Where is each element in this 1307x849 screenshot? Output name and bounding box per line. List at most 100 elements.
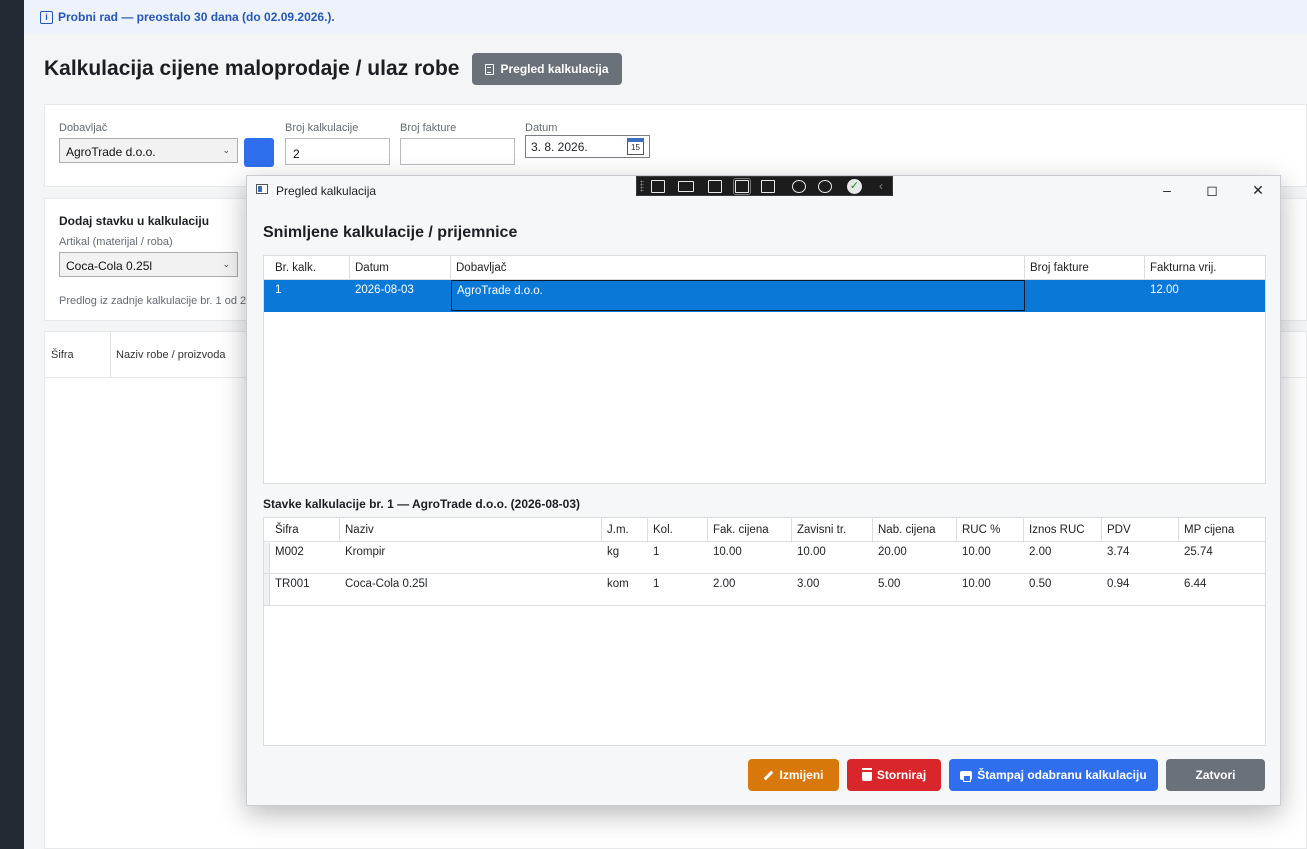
stampaj-button[interactable]: Štampaj odabranu kalkulaciju [949, 759, 1158, 791]
maximize-button[interactable]: ◻ [1195, 179, 1229, 201]
cell-sifra: TR001 [275, 578, 310, 590]
stavke-grid[interactable]: Šifra Naziv J.m. Kol. Fak. cijena Zavisn… [263, 517, 1266, 746]
pencil-icon [764, 770, 774, 780]
chevron-down-icon: ⌄ [222, 145, 230, 155]
cell-kol: 1 [653, 546, 660, 558]
display-layout-icon[interactable] [733, 178, 751, 195]
check-icon[interactable]: ✓ [847, 179, 862, 194]
cell-jm: kg [607, 546, 620, 558]
hot-reload-icon[interactable] [792, 180, 806, 193]
track-focus-icon[interactable] [761, 180, 775, 193]
col-datum[interactable]: Datum [350, 256, 451, 280]
cell-pdv: 0.94 [1107, 578, 1130, 590]
table-row[interactable]: 1 2026-08-03 AgroTrade d.o.o. 12.00 [264, 280, 1265, 312]
video-camera-icon[interactable] [678, 181, 694, 192]
cell-nab-cijena: 20.00 [878, 546, 907, 558]
predlog-hint: Predlog iz zadnje kalkulacije br. 1 od 2… [59, 295, 249, 307]
col-zavisni-tr[interactable]: Zavisni tr. [792, 518, 873, 542]
col-broj-fakture[interactable]: Broj fakture [1025, 256, 1145, 280]
col-ruc-pct[interactable]: RUC % [957, 518, 1024, 542]
izmijeni-button[interactable]: Izmijeni [748, 759, 839, 791]
cell-zavisni-tr: 3.00 [797, 578, 820, 590]
col-kol[interactable]: Kol. [648, 518, 708, 542]
cell-datum: 2026-08-03 [355, 284, 414, 296]
datum-value: 3. 8. 2026. [531, 140, 588, 154]
izmijeni-label: Izmijeni [779, 768, 824, 782]
kalkulacije-grid-header: Br. kalk. Datum Dobavljač Broj fakture F… [264, 256, 1265, 280]
minimize-button[interactable]: – [1150, 179, 1184, 201]
col-naziv[interactable]: Naziv robe / proizvoda [116, 349, 225, 361]
storniraj-button[interactable]: Storniraj [847, 759, 941, 791]
col-sifra[interactable]: Šifra [270, 518, 340, 542]
close-button[interactable]: ✕ [1241, 179, 1275, 201]
printer-icon [960, 770, 973, 782]
datum-label: Datum [525, 122, 558, 134]
col-nab-cijena[interactable]: Nab. cijena [873, 518, 957, 542]
toolbar-grip-icon[interactable] [640, 180, 644, 192]
artikal-select[interactable]: Coca-Cola 0.25l ⌄ [59, 252, 238, 277]
cell-ruc-pct: 10.00 [962, 578, 991, 590]
cell-fakturna-vrij: 12.00 [1150, 284, 1179, 296]
cell-nab-cijena: 5.00 [878, 578, 901, 590]
live-tree-icon[interactable] [651, 180, 665, 193]
accessibility-icon[interactable] [818, 180, 832, 193]
left-sidebar-strip [0, 0, 24, 849]
broj-fakture-label: Broj fakture [400, 122, 457, 134]
window-app-icon [256, 184, 268, 194]
col-sifra[interactable]: Šifra [51, 349, 74, 361]
col-br-kalk[interactable]: Br. kalk. [270, 256, 350, 280]
column-divider [110, 332, 111, 378]
document-icon [485, 63, 495, 75]
pregled-kalkulacija-button[interactable]: Pregled kalkulacija [472, 53, 622, 85]
dobavljac-label: Dobavljač [59, 122, 108, 134]
chevron-down-icon: ⌄ [222, 259, 230, 269]
add-dobavljac-button[interactable] [244, 138, 274, 167]
page-title: Kalkulacija cijene maloprodaje / ulaz ro… [44, 57, 460, 80]
col-fak-cijena[interactable]: Fak. cijena [708, 518, 792, 542]
zatvori-button[interactable]: Zatvori [1166, 759, 1265, 791]
pregled-kalkulacija-label: Pregled kalkulacija [500, 62, 609, 76]
cell-kol: 1 [653, 578, 660, 590]
stampaj-label: Štampaj odabranu kalkulaciju [977, 768, 1147, 782]
stavke-title: Stavke kalkulacije br. 1 — AgroTrade d.o… [263, 497, 581, 511]
cell-dobavljac: AgroTrade d.o.o. [451, 280, 1025, 311]
col-iznos-ruc[interactable]: Iznos RUC [1024, 518, 1102, 542]
broj-fakture-input[interactable] [400, 138, 515, 165]
calendar-icon[interactable]: 15 [627, 138, 644, 155]
trash-icon [861, 769, 872, 781]
cell-ruc-pct: 10.00 [962, 546, 991, 558]
col-pdv[interactable]: PDV [1102, 518, 1179, 542]
kalkulacije-grid[interactable]: Br. kalk. Datum Dobavljač Broj fakture F… [263, 255, 1266, 484]
broj-kalkulacije-label: Broj kalkulacije [285, 122, 359, 134]
artikal-label: Artikal (materijal / roba) [59, 236, 173, 248]
cell-zavisni-tr: 10.00 [797, 546, 826, 558]
storniraj-label: Storniraj [876, 768, 927, 782]
table-row[interactable]: M002 Krompir kg 1 10.00 10.00 20.00 10.0… [264, 542, 1265, 574]
datum-input[interactable]: 3. 8. 2026. 15 [525, 135, 650, 158]
cell-jm: kom [607, 578, 629, 590]
col-naziv[interactable]: Naziv [340, 518, 602, 542]
cell-fak-cijena: 10.00 [713, 546, 742, 558]
select-element-icon[interactable] [708, 180, 722, 193]
artikal-value: Coca-Cola 0.25l [66, 259, 153, 273]
col-dobavljac[interactable]: Dobavljač [451, 256, 1025, 280]
cell-naziv: Krompir [345, 546, 386, 558]
dialog-titlebar[interactable]: Pregled kalkulacija – ◻ ✕ ✓ ‹ [247, 176, 1280, 204]
trial-label: Probni rad — preostalo 30 dana (do 02.09… [58, 10, 335, 24]
add-item-title: Dodaj stavku u kalkulaciju [59, 214, 210, 228]
col-jm[interactable]: J.m. [602, 518, 648, 542]
table-row[interactable]: TR001 Coca-Cola 0.25l kom 1 2.00 3.00 5.… [264, 574, 1265, 606]
cell-naziv: Coca-Cola 0.25l [345, 578, 428, 590]
cell-fak-cijena: 2.00 [713, 578, 736, 590]
collapse-chevron-icon[interactable]: ‹ [879, 179, 883, 193]
dobavljac-value: AgroTrade d.o.o. [66, 145, 156, 159]
broj-kalkulacije-input[interactable]: 2 [285, 138, 390, 165]
trial-text: i Probni rad — preostalo 30 dana (do 02.… [40, 10, 335, 24]
dialog-title: Pregled kalkulacija [276, 184, 377, 198]
pregled-kalkulacija-dialog: Pregled kalkulacija – ◻ ✕ ✓ ‹ Snimljene … [246, 175, 1281, 806]
col-mp-cijena[interactable]: MP cijena [1179, 518, 1265, 542]
dobavljac-select[interactable]: AgroTrade d.o.o. ⌄ [59, 138, 238, 163]
col-fakturna-vrij[interactable]: Fakturna vrij. [1145, 256, 1265, 280]
debug-toolbar: ✓ ‹ [636, 176, 893, 196]
cell-iznos-ruc: 2.00 [1029, 546, 1052, 558]
